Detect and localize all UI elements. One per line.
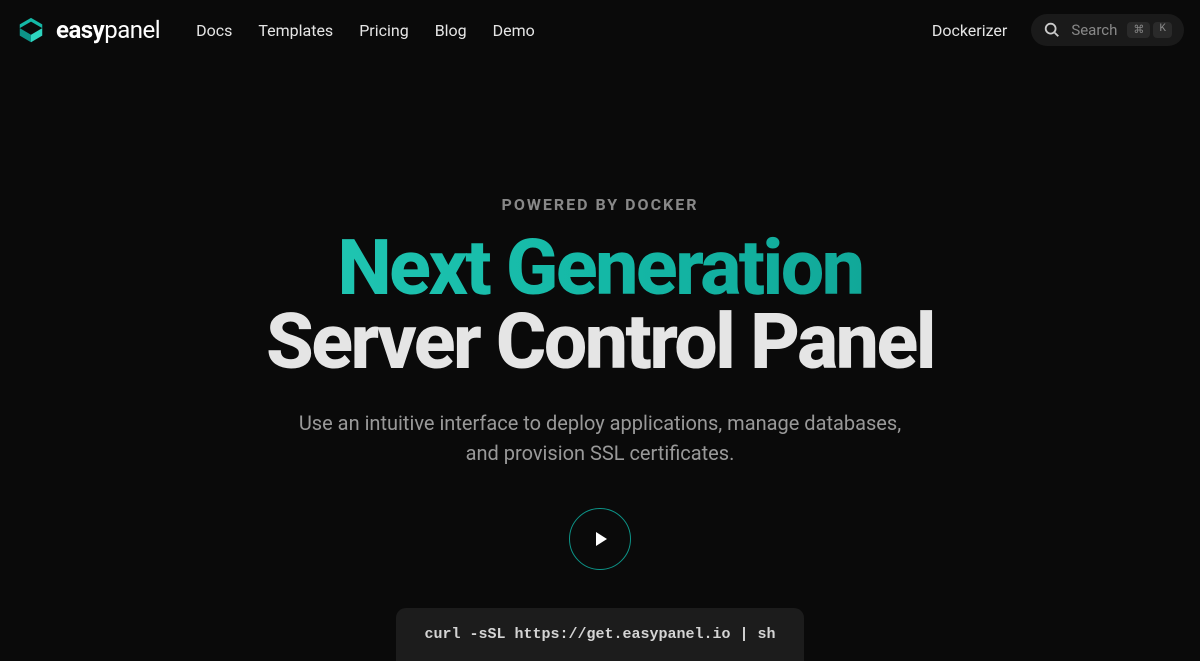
search-placeholder: Search	[1071, 21, 1117, 39]
nav-templates[interactable]: Templates	[258, 21, 333, 40]
hero-subhead: Use an intuitive interface to deploy app…	[280, 408, 920, 468]
hero-headline: Next Generation Server Control Panel	[0, 232, 1200, 380]
play-video-button[interactable]	[569, 508, 631, 570]
nav-blog[interactable]: Blog	[435, 21, 467, 40]
hero-section: POWERED BY DOCKER Next Generation Server…	[0, 60, 1200, 661]
search-button[interactable]: Search ⌘ K	[1031, 14, 1184, 46]
play-icon	[596, 532, 607, 546]
logo-text: easypanel	[56, 16, 160, 44]
nav-pricing[interactable]: Pricing	[359, 21, 409, 40]
header-left: easypanel Docs Templates Pricing Blog De…	[16, 15, 535, 45]
logo[interactable]: easypanel	[16, 15, 160, 45]
logo-icon	[16, 15, 46, 45]
nav-docs[interactable]: Docs	[196, 21, 232, 40]
nav-demo[interactable]: Demo	[493, 21, 535, 40]
hero-eyebrow: POWERED BY DOCKER	[0, 195, 1200, 214]
headline-line1: Next Generation	[0, 232, 1200, 306]
headline-line2: Server Control Panel	[0, 306, 1200, 380]
kbd-cmd: ⌘	[1127, 22, 1150, 38]
dockerizer-link[interactable]: Dockerizer	[932, 21, 1007, 40]
header-right: Dockerizer Search ⌘ K	[932, 14, 1184, 46]
kbd-k: K	[1153, 22, 1172, 38]
search-shortcut: ⌘ K	[1127, 22, 1172, 38]
main-nav: Docs Templates Pricing Blog Demo	[196, 21, 535, 40]
header: easypanel Docs Templates Pricing Blog De…	[0, 0, 1200, 60]
search-icon	[1043, 21, 1061, 39]
install-command[interactable]: curl -sSL https://get.easypanel.io | sh	[396, 608, 803, 661]
